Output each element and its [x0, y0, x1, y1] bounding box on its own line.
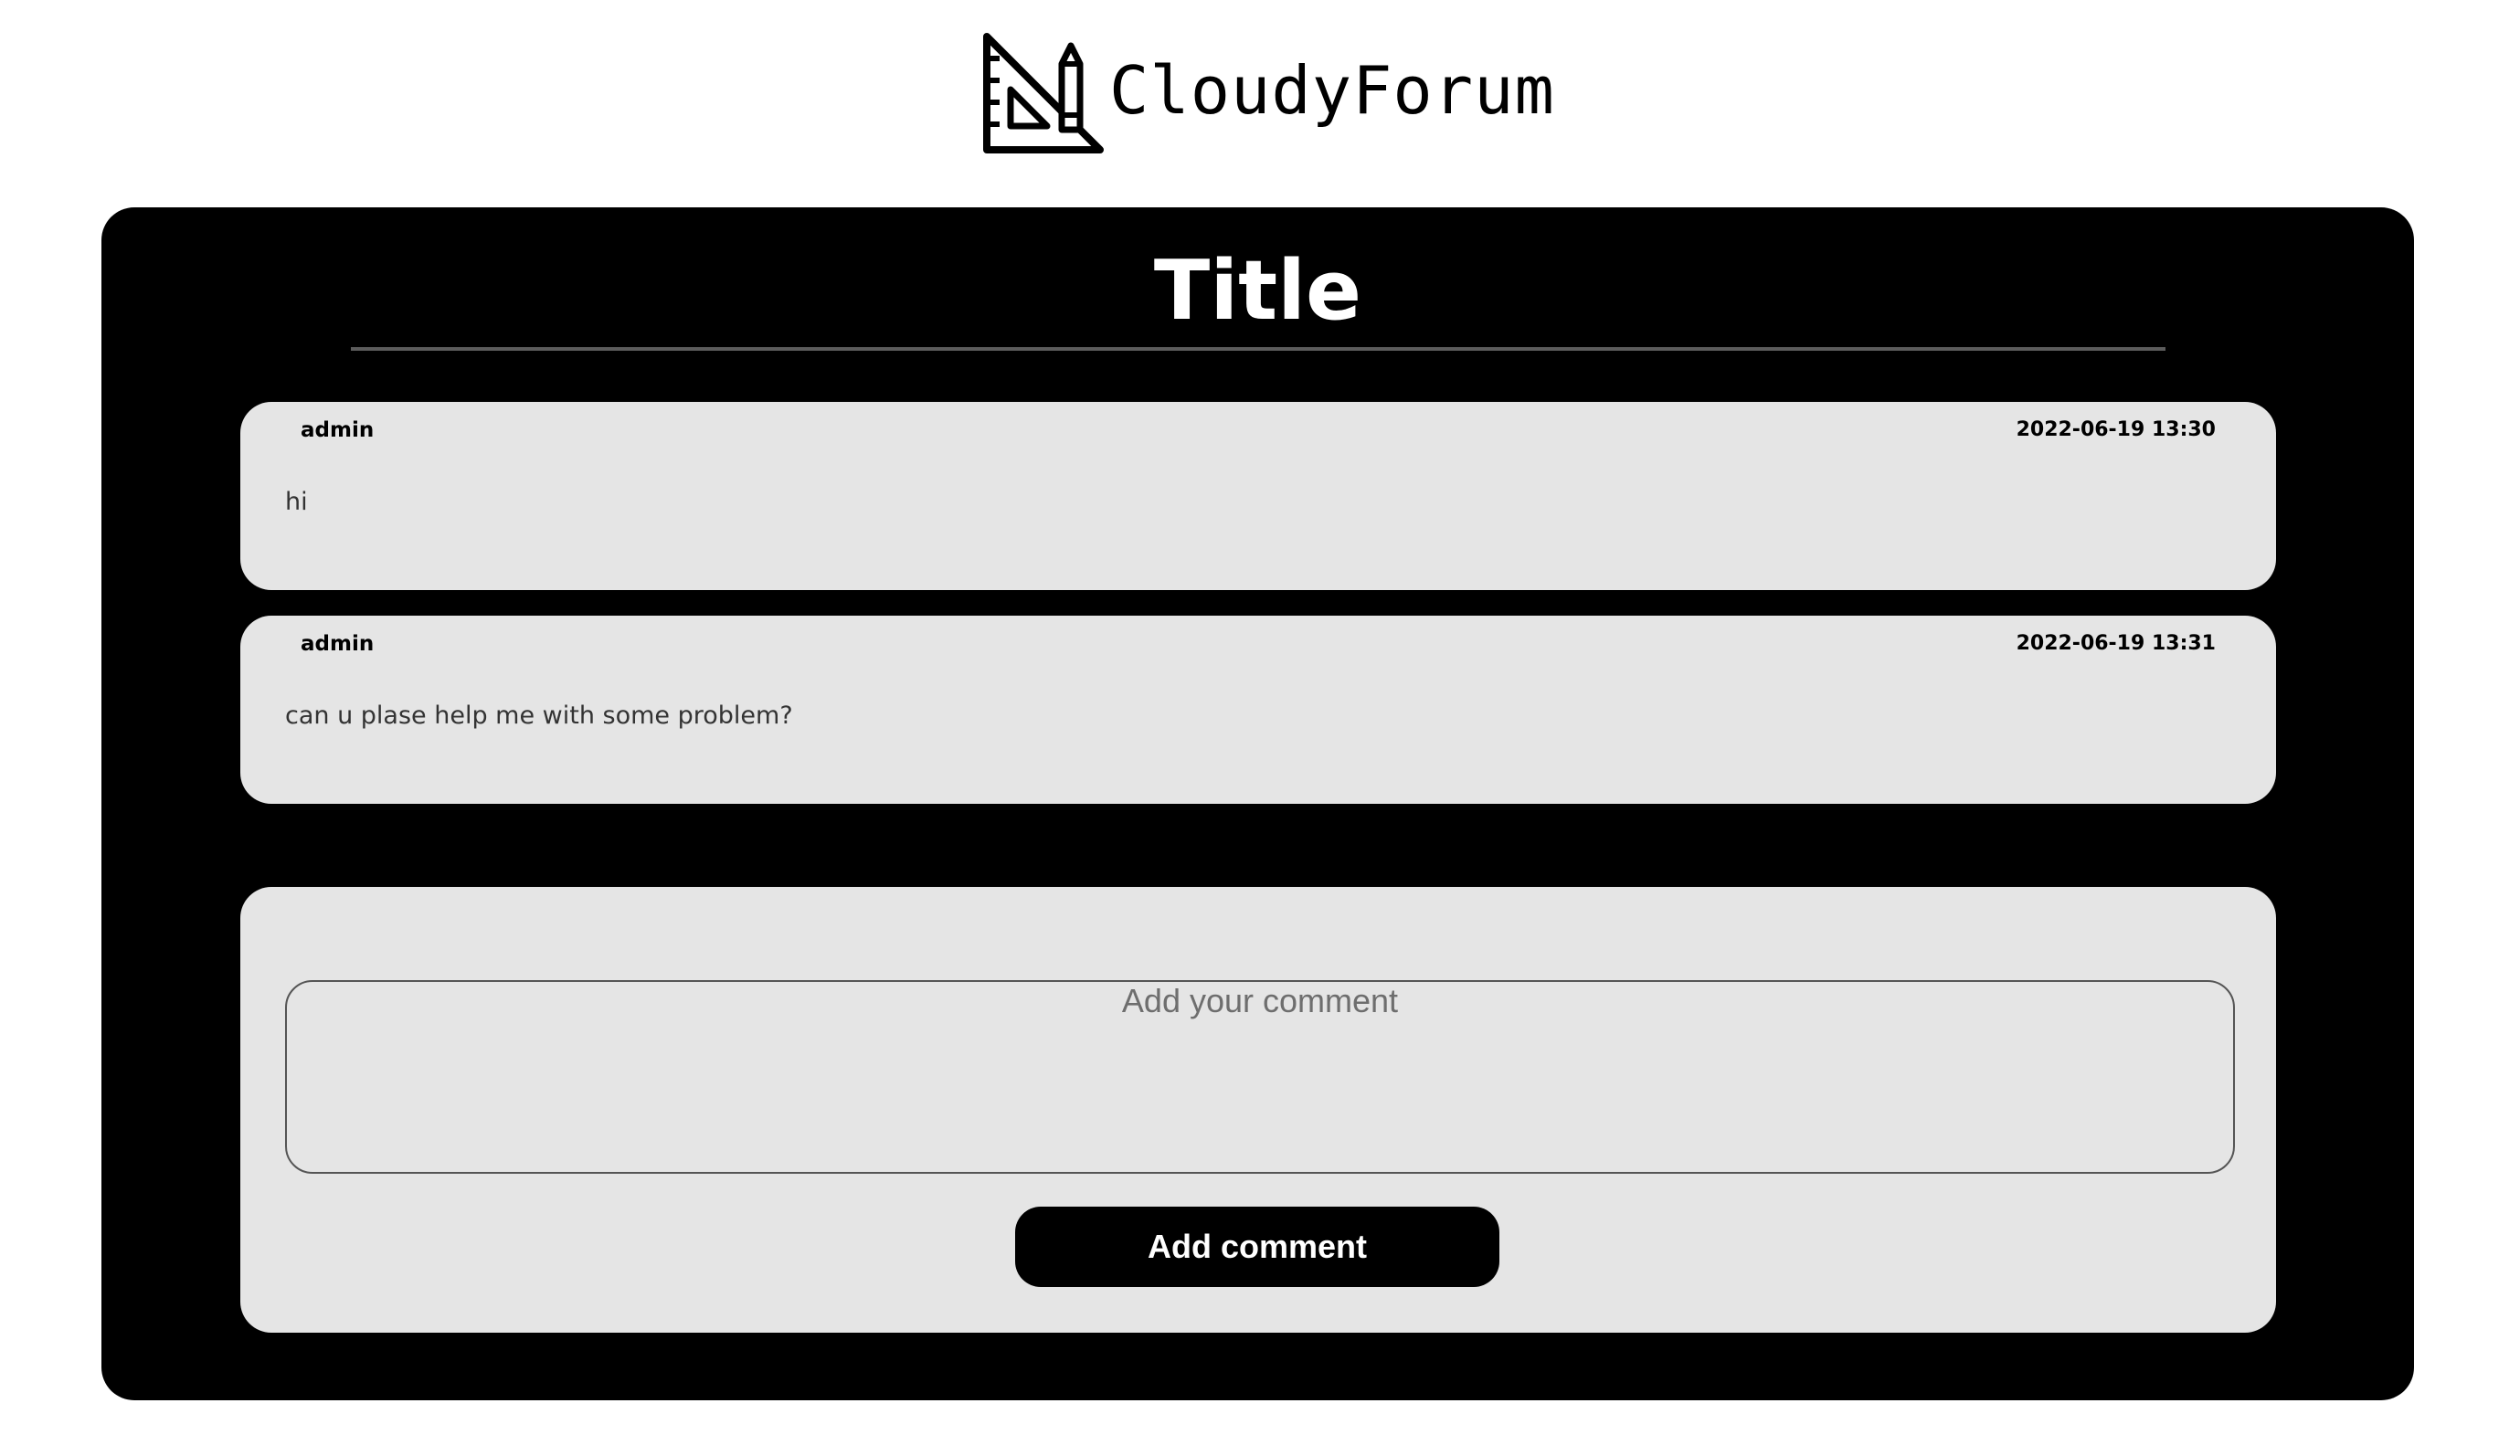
thread-panel: Title admin 2022-06-19 13:30 hi admin 20… — [101, 207, 2414, 1400]
comment-author[interactable]: admin — [301, 418, 374, 442]
brand-logo[interactable]: CloudyForum — [983, 31, 1555, 153]
comment-card: admin 2022-06-19 13:30 hi — [240, 402, 2276, 590]
add-comment-button[interactable]: Add comment — [1015, 1207, 1499, 1287]
comment-card: admin 2022-06-19 13:31 can u plase help … — [240, 616, 2276, 804]
comment-timestamp: 2022-06-19 13:30 — [2016, 418, 2216, 441]
thread-title: Title — [1153, 243, 1362, 339]
add-comment-form: Add comment — [240, 887, 2276, 1333]
comment-timestamp: 2022-06-19 13:31 — [2016, 632, 2216, 655]
brand-name: CloudyForum — [1109, 52, 1555, 129]
title-divider — [351, 347, 2165, 351]
comment-body: can u plase help me with some problem? — [285, 702, 793, 730]
page: CloudyForum Title admin 2022-06-19 13:30… — [0, 0, 2520, 1456]
comment-body: hi — [285, 488, 308, 516]
ruler-pencil-icon — [983, 33, 1104, 153]
comment-author[interactable]: admin — [301, 632, 374, 656]
comment-input[interactable] — [285, 980, 2235, 1174]
